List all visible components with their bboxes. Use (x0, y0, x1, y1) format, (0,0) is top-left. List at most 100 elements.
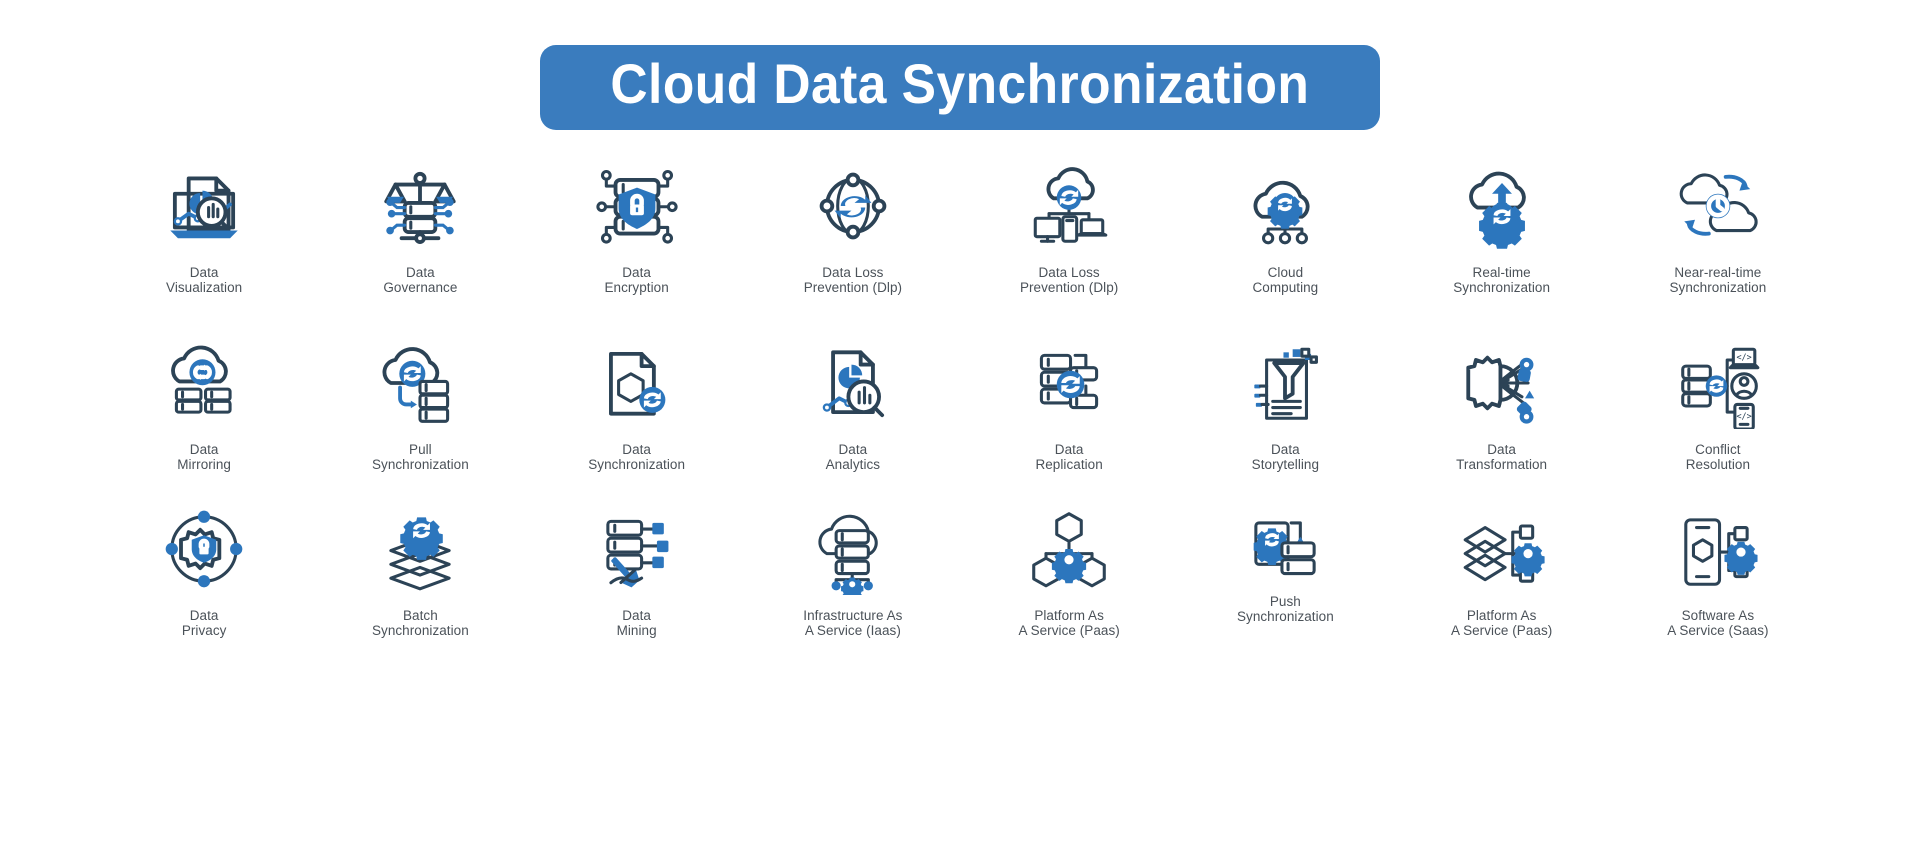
icon-cell-near-real-time-synchronization[interactable]: Near-real-time Synchronization (1610, 158, 1826, 335)
icon-cell-software-as-a-service[interactable]: Software As A Service (Saas) (1610, 501, 1826, 671)
icon-label: Infrastructure As A Service (Iaas) (803, 608, 903, 638)
icon-cell-data-loss-prevention-devices[interactable]: Data Loss Prevention (Dlp) (961, 158, 1177, 335)
title-banner-wrapper: Cloud Data Synchronization (0, 0, 1920, 130)
data-analytics-icon (805, 335, 901, 431)
icon-label: Data Synchronization (588, 442, 686, 472)
icon-label-line1: Platform As (1466, 608, 1537, 623)
icon-label-line1: Data Loss (1038, 265, 1100, 280)
icon-label: Data Transformation (1456, 442, 1548, 472)
data-loss-prevention-devices-icon (1021, 158, 1117, 254)
icon-cell-platform-as-a-service-layers[interactable]: Platform As A Service (Paas) (1394, 501, 1610, 671)
icon-label-line1: Data (622, 265, 651, 280)
icon-label-line1: Cloud (1267, 265, 1304, 280)
icon-label: Data Governance (383, 265, 458, 295)
icon-label: Data Replication (1035, 442, 1103, 472)
data-transformation-icon (1454, 335, 1550, 431)
icon-label-line2: Resolution (1685, 456, 1751, 472)
icon-label-line2: Synchronization (1453, 279, 1551, 295)
icon-cell-data-encryption[interactable]: Data Encryption (529, 158, 745, 335)
icon-cell-data-mirroring[interactable]: Data Mirroring (96, 335, 312, 501)
data-mining-icon (589, 501, 685, 597)
icon-label-line1: Conflict (1695, 442, 1741, 457)
icon-set-page: Cloud Data Synchronization Data Visualiz… (0, 0, 1920, 860)
icon-label-line2: Storytelling (1251, 456, 1320, 472)
platform-as-a-service-layers-icon (1454, 501, 1550, 597)
icon-label-line2: Encryption (604, 279, 669, 295)
icon-cell-data-loss-prevention[interactable]: Data Loss Prevention (Dlp) (745, 158, 961, 335)
icon-label: Data Loss Prevention (Dlp) (1020, 265, 1118, 295)
icon-label-line2: Synchronization (371, 622, 469, 638)
svg-text:</>: </> (1736, 411, 1751, 421)
icon-label-line1: Pull (409, 442, 432, 457)
icon-label-line1: Data (189, 265, 219, 280)
page-title: Cloud Data Synchronization (610, 52, 1310, 115)
platform-as-a-service-icon (1021, 501, 1117, 597)
icon-label: Push Synchronization (1236, 594, 1334, 624)
data-loss-prevention-icon (805, 158, 901, 254)
icon-label: Software As A Service (Saas) (1667, 608, 1768, 638)
icon-label-line1: Near-real-time (1674, 265, 1762, 280)
icon-label-line1: Infrastructure As (803, 608, 903, 623)
icon-label: Batch Synchronization (371, 608, 469, 638)
icon-label-line1: Data (1487, 442, 1516, 457)
icon-cell-data-replication[interactable]: Data Replication (961, 335, 1177, 501)
icon-label: Data Analytics (825, 442, 881, 472)
icon-label-line2: Visualization (166, 279, 243, 295)
icon-cell-data-synchronization[interactable]: Data Synchronization (529, 335, 745, 501)
title-banner: Cloud Data Synchronization (540, 45, 1380, 130)
software-as-a-service-icon (1670, 501, 1766, 597)
near-real-time-synchronization-icon (1670, 158, 1766, 254)
data-privacy-icon (156, 501, 252, 597)
icon-label: Platform As A Service (Paas) (1018, 608, 1120, 638)
data-synchronization-icon (589, 335, 685, 431)
icon-label-line2: Synchronization (1669, 279, 1767, 295)
icon-cell-data-transformation[interactable]: Data Transformation (1394, 335, 1610, 501)
icon-label-line1: Data (189, 442, 219, 457)
icon-cell-infrastructure-as-a-service[interactable]: Infrastructure As A Service (Iaas) (745, 501, 961, 671)
icon-label-line1: Push (1269, 594, 1301, 609)
icon-label-line1: Data (406, 265, 435, 280)
icon-label-line2: Synchronization (1236, 608, 1334, 624)
icon-label: Data Mining (617, 608, 657, 638)
icon-label-line2: Prevention (Dlp) (803, 279, 903, 295)
icon-cell-data-mining[interactable]: Data Mining (529, 501, 745, 671)
pull-synchronization-icon (372, 335, 468, 431)
icon-label: Pull Synchronization (371, 442, 469, 472)
icon-label-line2: Synchronization (371, 456, 469, 472)
icon-cell-data-storytelling[interactable]: Data Storytelling (1177, 335, 1393, 501)
icon-cell-data-visualization[interactable]: Data Visualization (96, 158, 312, 335)
icon-cell-data-analytics[interactable]: Data Analytics (745, 335, 961, 501)
icon-label-line2: A Service (Iaas) (804, 622, 901, 638)
data-storytelling-icon (1237, 335, 1333, 431)
icon-grid: Data Visualization Data Governance Data … (96, 158, 1826, 671)
batch-synchronization-icon (372, 501, 468, 597)
icon-label-line2: Transformation (1456, 456, 1548, 472)
cloud-computing-icon (1237, 158, 1333, 254)
data-replication-icon (1021, 335, 1117, 431)
icon-cell-push-synchronization[interactable]: Push Synchronization (1177, 501, 1393, 671)
icon-cell-conflict-resolution[interactable]: </> </> Conflict Resolution (1610, 335, 1826, 501)
icon-cell-cloud-computing[interactable]: Cloud Computing (1177, 158, 1393, 335)
icon-label-line2: Replication (1035, 456, 1103, 472)
icon-cell-batch-synchronization[interactable]: Batch Synchronization (312, 501, 528, 671)
icon-label-line2: Synchronization (588, 456, 686, 472)
data-governance-icon (372, 158, 468, 254)
icon-cell-data-privacy[interactable]: Data Privacy (96, 501, 312, 671)
icon-label: Data Visualization (166, 265, 243, 295)
icon-label: Platform As A Service (Paas) (1451, 608, 1552, 638)
icon-cell-data-governance[interactable]: Data Governance (312, 158, 528, 335)
icon-label-line2: A Service (Paas) (1018, 622, 1120, 638)
icon-cell-real-time-synchronization[interactable]: Real-time Synchronization (1394, 158, 1610, 335)
icon-label-line2: Analytics (825, 456, 881, 472)
data-encryption-icon (589, 158, 685, 254)
icon-label: Near-real-time Synchronization (1669, 265, 1767, 295)
icon-label: Cloud Computing (1253, 265, 1319, 295)
icon-label-line1: Batch (402, 608, 438, 623)
icon-label-line1: Real-time (1472, 265, 1531, 280)
icon-cell-platform-as-a-service[interactable]: Platform As A Service (Paas) (961, 501, 1177, 671)
icon-label-line2: Governance (383, 279, 458, 295)
icon-label: Data Storytelling (1251, 442, 1320, 472)
icon-cell-pull-synchronization[interactable]: Pull Synchronization (312, 335, 528, 501)
icon-label-line1: Software As (1681, 608, 1755, 623)
icon-label-line1: Data (622, 608, 651, 623)
